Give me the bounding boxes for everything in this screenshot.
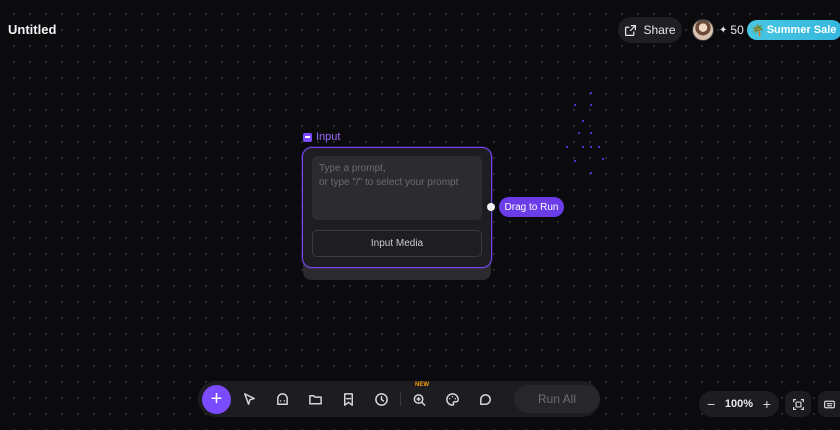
chat-bubble-icon <box>480 393 491 405</box>
canvas-dot-cluster <box>560 92 620 182</box>
share-icon <box>625 24 637 36</box>
zoom-control: − 100% + <box>699 391 779 417</box>
prompt-input[interactable] <box>312 156 482 220</box>
palette-icon <box>446 392 459 406</box>
new-badge: NEW <box>415 382 429 388</box>
magic-search-icon <box>413 393 426 406</box>
history-icon <box>375 392 388 406</box>
bookmark-button[interactable] <box>332 384 365 414</box>
run-all-button[interactable]: Run All <box>514 385 600 413</box>
keyboard-panel-button[interactable] <box>818 391 840 417</box>
discover-button[interactable]: NEW <box>403 382 436 414</box>
zoom-in-button[interactable]: + <box>763 396 771 412</box>
sparkle-icon: ✦ <box>719 24 728 36</box>
fit-view-icon <box>792 398 804 410</box>
input-node-icon <box>303 132 312 142</box>
document-title[interactable]: Untitled <box>8 22 56 37</box>
folder-icon <box>309 394 322 404</box>
credits-counter[interactable]: ✦ 50 <box>719 23 744 37</box>
zoom-out-button[interactable]: − <box>707 396 715 412</box>
input-node[interactable]: Input Media <box>302 147 492 268</box>
fit-view-button[interactable] <box>785 391 811 417</box>
toolbar-divider <box>400 392 401 406</box>
add-node-button[interactable]: + <box>202 384 231 414</box>
style-button[interactable] <box>436 384 469 414</box>
select-tool-button[interactable] <box>233 384 266 414</box>
plus-icon: + <box>210 388 223 410</box>
cursor-icon <box>244 392 255 405</box>
drag-to-run-handle[interactable]: Drag to Run <box>499 197 564 217</box>
comment-button[interactable] <box>469 384 502 414</box>
credits-value: 50 <box>730 23 744 37</box>
folder-button[interactable] <box>299 384 332 414</box>
node-title[interactable]: Input <box>303 131 340 143</box>
input-media-button[interactable]: Input Media <box>312 230 482 257</box>
assets-button[interactable] <box>266 384 299 414</box>
user-avatar[interactable] <box>692 19 714 41</box>
bookmark-icon <box>344 392 353 406</box>
output-connector-handle[interactable] <box>487 203 495 211</box>
summer-sale-badge[interactable]: 🌴 Summer Sale <box>747 20 840 40</box>
bottom-toolbar: + NEW Run All <box>198 381 600 417</box>
ghost-icon <box>277 392 288 405</box>
zoom-level[interactable]: 100% <box>725 398 753 410</box>
share-label: Share <box>643 23 676 37</box>
keyboard-icon <box>823 400 835 408</box>
summer-sale-label: Summer Sale <box>766 24 837 36</box>
palm-tree-icon: 🌴 <box>751 24 765 37</box>
history-button[interactable] <box>365 384 398 414</box>
node-title-label: Input <box>316 131 341 143</box>
share-button[interactable]: Share <box>618 17 682 43</box>
